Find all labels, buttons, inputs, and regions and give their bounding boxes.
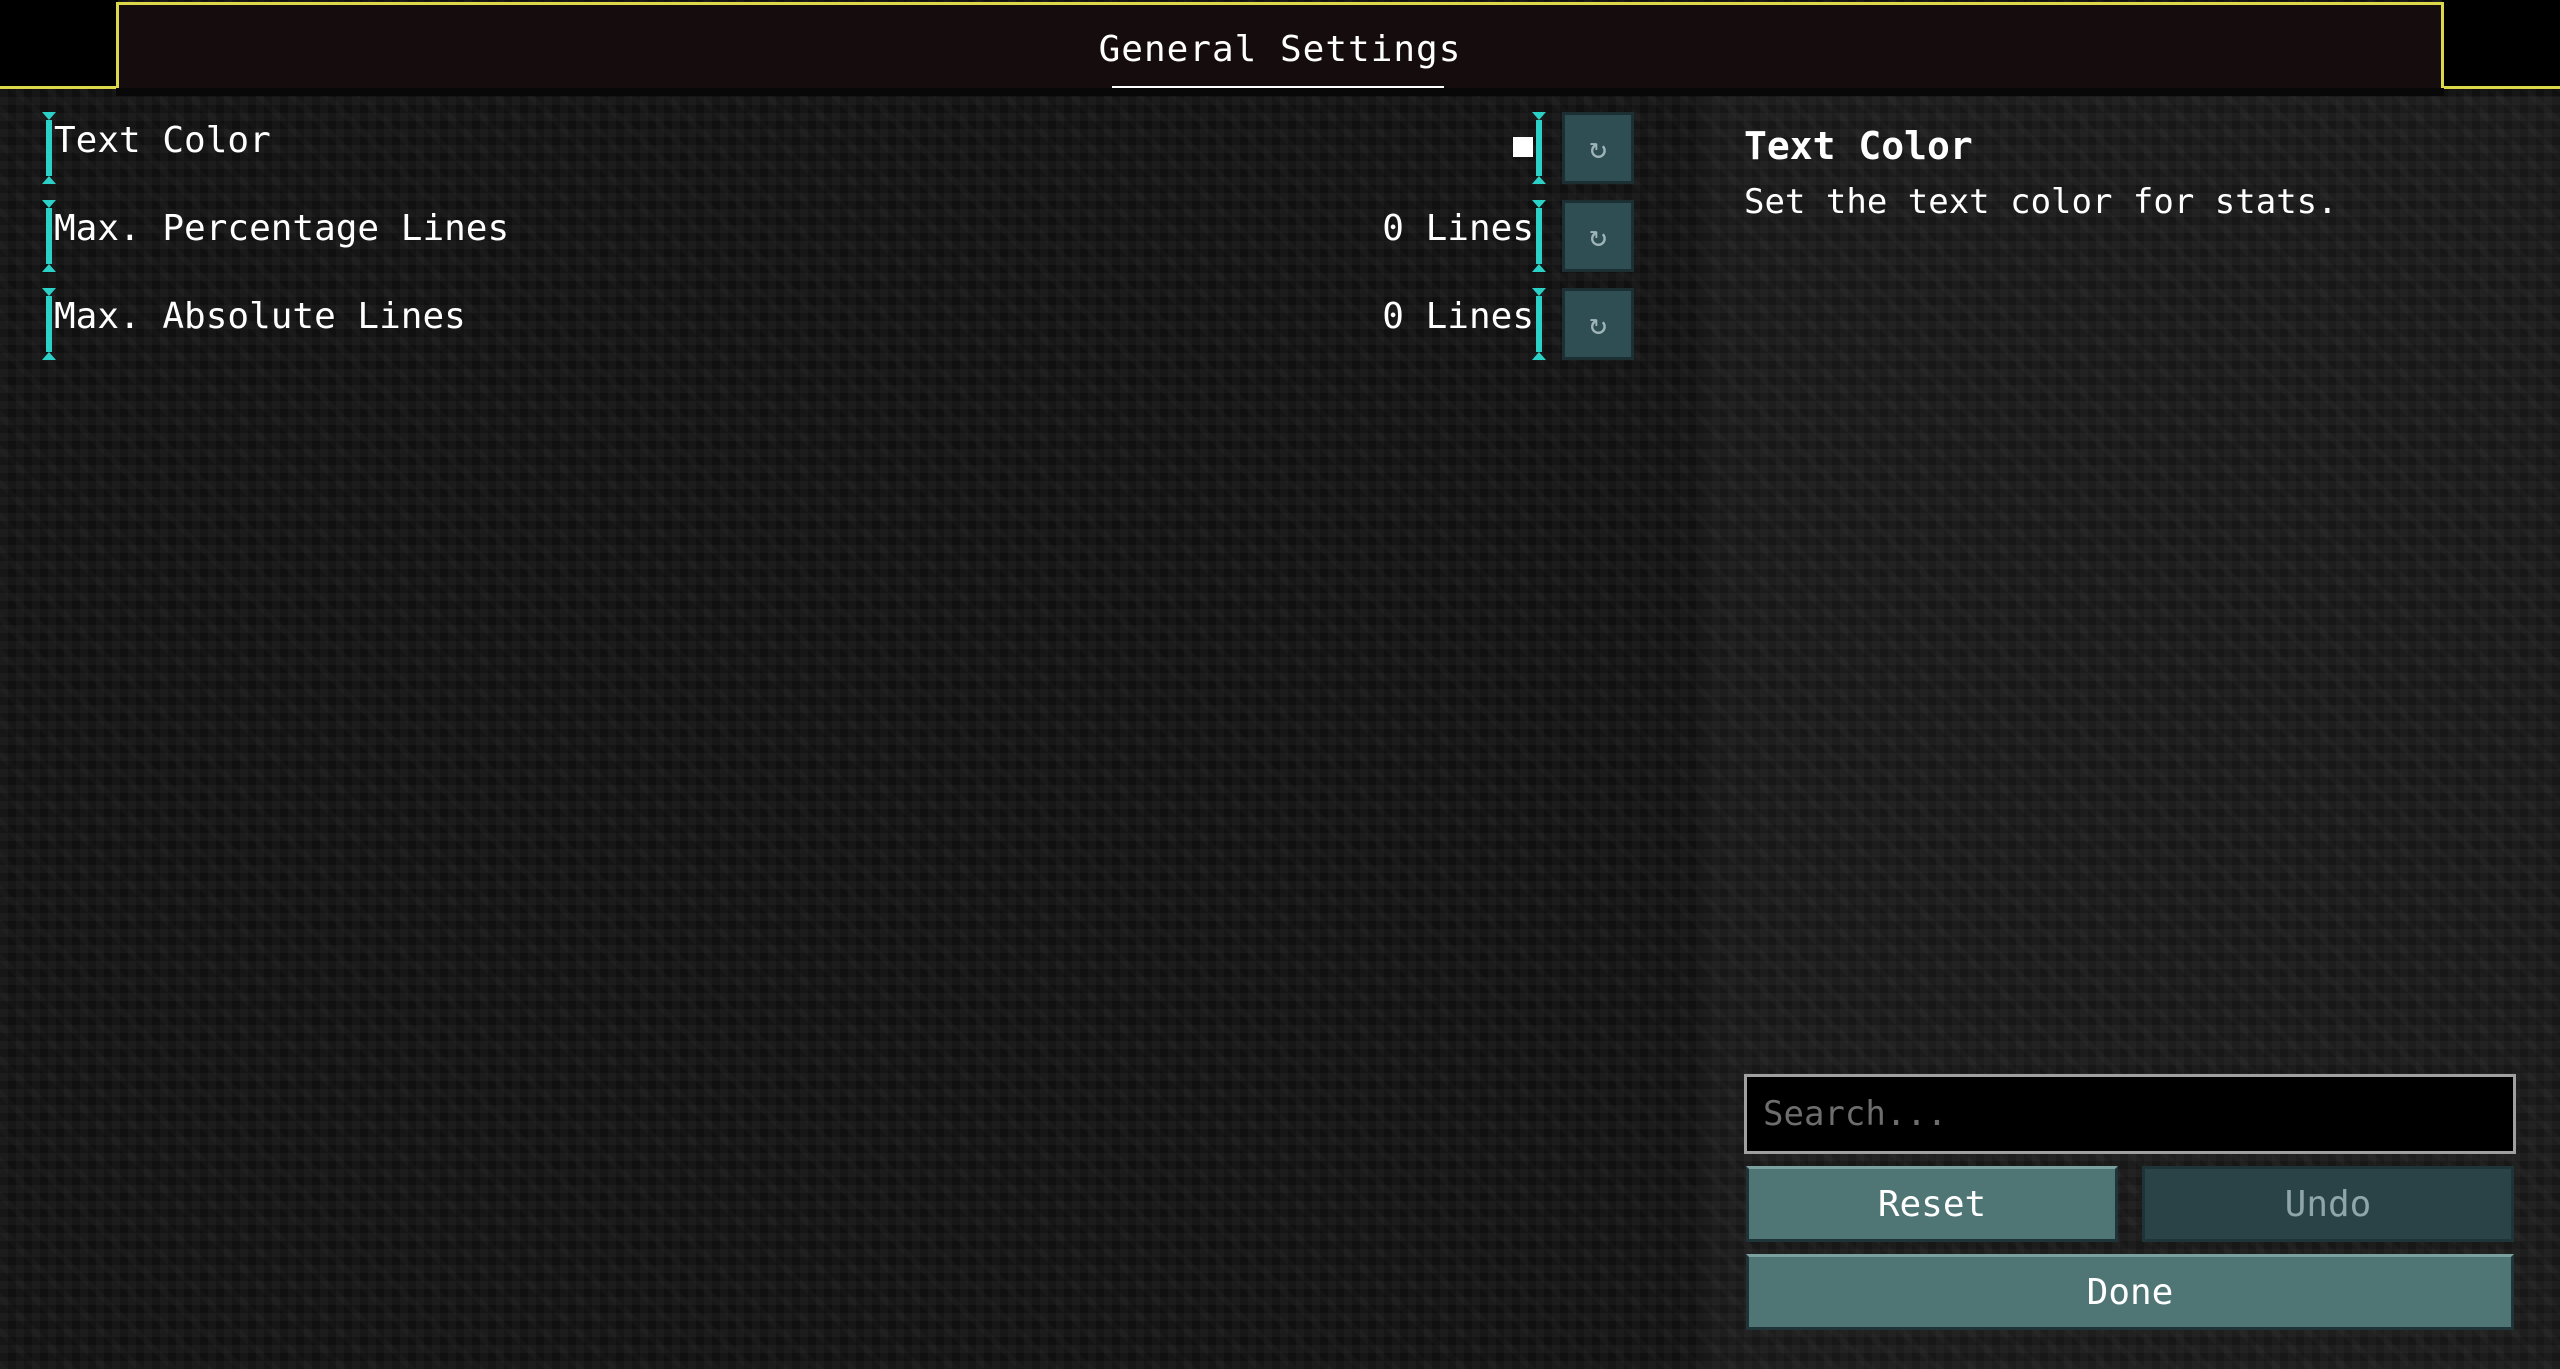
page-title: General Settings bbox=[1098, 29, 1462, 70]
reset-row-button[interactable]: ↻ bbox=[1562, 288, 1634, 360]
reset-row-button[interactable]: ↻ bbox=[1562, 112, 1634, 184]
header-right-fill bbox=[2442, 0, 2560, 88]
reset-icon: ↻ bbox=[1588, 218, 1608, 254]
settings-list: Text Color ↻ Max. Percentage Lines 0 Lin… bbox=[38, 112, 1638, 376]
value-selection-marker bbox=[1532, 288, 1546, 360]
setting-row-max-percentage-lines[interactable]: Max. Percentage Lines 0 Lines ↻ bbox=[38, 200, 1638, 288]
header-right-rule bbox=[2441, 86, 2560, 89]
setting-row-text-color[interactable]: Text Color ↻ bbox=[38, 112, 1638, 200]
reset-icon: ↻ bbox=[1588, 130, 1608, 166]
setting-label: Max. Percentage Lines bbox=[54, 208, 510, 249]
color-swatch[interactable] bbox=[1513, 137, 1533, 157]
description-title: Text Color bbox=[1744, 124, 1973, 168]
reset-button[interactable]: Reset bbox=[1746, 1166, 2118, 1242]
setting-value[interactable]: 0 Lines bbox=[1382, 296, 1534, 337]
reset-row-button[interactable]: ↻ bbox=[1562, 200, 1634, 272]
header-left-fill bbox=[0, 0, 118, 88]
description-text: Set the text color for stats. bbox=[1744, 182, 2338, 222]
search-input[interactable] bbox=[1744, 1074, 2516, 1154]
undo-button[interactable]: Undo bbox=[2142, 1166, 2514, 1242]
done-button[interactable]: Done bbox=[1746, 1254, 2514, 1330]
setting-label: Max. Absolute Lines bbox=[54, 296, 466, 337]
header-left-rule bbox=[0, 86, 119, 89]
value-selection-marker bbox=[1532, 200, 1546, 272]
setting-row-max-absolute-lines[interactable]: Max. Absolute Lines 0 Lines ↻ bbox=[38, 288, 1638, 376]
settings-screen: General Settings Text Color ↻ Max. Perce… bbox=[0, 0, 2560, 1369]
reset-icon: ↻ bbox=[1588, 306, 1608, 342]
header-divider bbox=[116, 88, 2444, 96]
value-selection-marker bbox=[1532, 112, 1546, 184]
description-panel: Text Color Set the text color for stats.… bbox=[1704, 96, 2560, 1369]
tab-general-settings[interactable]: General Settings bbox=[116, 2, 2444, 90]
setting-label: Text Color bbox=[54, 120, 271, 161]
setting-value[interactable]: 0 Lines bbox=[1382, 208, 1534, 249]
